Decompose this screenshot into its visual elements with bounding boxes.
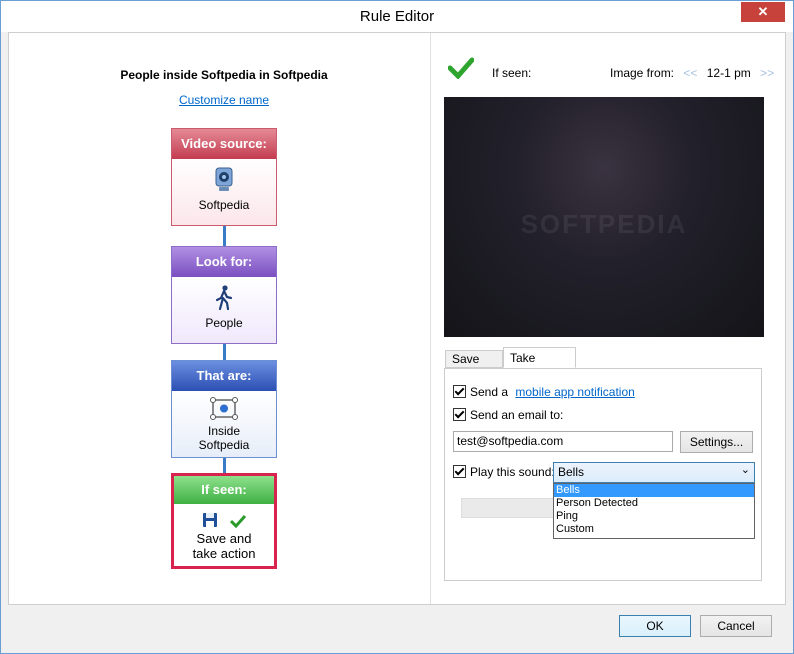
play-sound-row: Play this sound:: [453, 465, 555, 479]
if-seen-card[interactable]: If seen: Save and take action: [171, 473, 277, 569]
send-email-row: Send an email to:: [453, 408, 563, 422]
preview-panel: If seen: Image from: << 12-1 pm >> SOFTP…: [440, 33, 780, 604]
camera-preview-image: SOFTPEDIA: [444, 97, 764, 337]
send-email-label: Send an email to:: [470, 408, 564, 422]
video-source-body: Softpedia: [172, 159, 276, 225]
rule-editor-window: Rule Editor ✕ People inside Softpedia in…: [0, 0, 794, 654]
that-are-header: That are:: [172, 361, 276, 391]
if-seen-icons: [174, 504, 274, 531]
floppy-disk-icon: [202, 512, 218, 531]
checkmark-icon: [447, 57, 478, 81]
window-title: Rule Editor: [359, 8, 435, 25]
image-from-label: Image from:: [610, 66, 675, 80]
that-are-card[interactable]: That are: Inside Softpedia: [171, 360, 277, 458]
video-source-card[interactable]: Video source: Softpedia: [171, 128, 277, 226]
image-from-row: Image from: << 12-1 pm >>: [610, 66, 774, 80]
previous-arrow-icon[interactable]: <<: [683, 66, 697, 80]
send-mobile-row: Send a mobile app notification: [453, 385, 635, 399]
if-seen-body: Save and take action: [174, 504, 274, 566]
connector-line: [223, 458, 226, 473]
look-for-header: Look for:: [172, 247, 276, 277]
next-arrow-icon[interactable]: >>: [760, 66, 774, 80]
sound-dropdown-list: Bells Person Detected Ping Custom: [553, 483, 755, 539]
play-sound-label: Play this sound:: [470, 465, 555, 479]
sound-option-bells[interactable]: Bells: [554, 484, 754, 497]
tab-save-clips[interactable]: Save clips: [445, 350, 503, 383]
close-button[interactable]: ✕: [741, 2, 785, 22]
that-are-body: Inside Softpedia: [172, 391, 276, 457]
send-email-checkbox[interactable]: [453, 408, 466, 421]
email-input[interactable]: test@softpedia.com: [453, 431, 673, 452]
chevron-down-icon: ⌄: [740, 464, 750, 476]
send-mobile-checkbox[interactable]: [453, 385, 466, 398]
that-are-label-line2: Softpedia: [198, 438, 250, 452]
play-sound-checkbox[interactable]: [453, 465, 466, 478]
zone-icon: [172, 391, 276, 424]
if-seen-label: If seen:: [492, 66, 532, 80]
walking-person-icon: [172, 277, 276, 314]
sound-select-value: Bells: [558, 465, 585, 479]
webcam-icon: [172, 159, 276, 196]
client-area: People inside Softpedia in Softpedia Cus…: [8, 32, 786, 605]
settings-button[interactable]: Settings...: [680, 431, 753, 453]
sound-test-bar: [461, 498, 561, 518]
sound-option-custom[interactable]: Custom: [554, 523, 754, 536]
sound-option-person-detected[interactable]: Person Detected: [554, 497, 754, 510]
customize-name-link-text[interactable]: Customize name: [179, 93, 269, 107]
dialog-footer: OK Cancel: [1, 605, 793, 653]
sound-select[interactable]: Bells ⌄: [553, 462, 755, 483]
if-seen-label-line1: Save and: [196, 531, 252, 546]
look-for-label: People: [205, 316, 243, 330]
checkmark-icon: [229, 514, 246, 531]
ok-button[interactable]: OK: [619, 615, 691, 637]
customize-name-link[interactable]: Customize name: [9, 93, 439, 107]
connector-line: [223, 344, 226, 360]
video-source-label: Softpedia: [198, 198, 250, 212]
look-for-card[interactable]: Look for: People: [171, 246, 277, 344]
mobile-app-notification-link[interactable]: mobile app notification: [515, 385, 634, 399]
connector-line: [223, 226, 226, 246]
if-seen-label-line2: take action: [192, 546, 256, 561]
if-seen-header: If seen:: [174, 476, 274, 504]
look-for-body: People: [172, 277, 276, 343]
rule-title: People inside Softpedia in Softpedia: [120, 68, 328, 82]
take-actions-panel: Send a mobile app notification Send an e…: [444, 368, 762, 581]
that-are-label-line1: Inside: [207, 424, 241, 438]
panel-divider: [430, 33, 431, 604]
title-bar: Rule Editor ✕: [1, 1, 793, 32]
time-range: 12-1 pm: [706, 66, 751, 80]
send-a-label: Send a: [470, 385, 509, 399]
sound-option-ping[interactable]: Ping: [554, 510, 754, 523]
video-source-header: Video source:: [172, 129, 276, 159]
rule-flow-panel: People inside Softpedia in Softpedia Cus…: [9, 33, 439, 604]
preview-watermark: SOFTPEDIA: [520, 209, 688, 239]
cancel-button[interactable]: Cancel: [700, 615, 772, 637]
tab-take-actions[interactable]: Take actions: [503, 347, 576, 385]
